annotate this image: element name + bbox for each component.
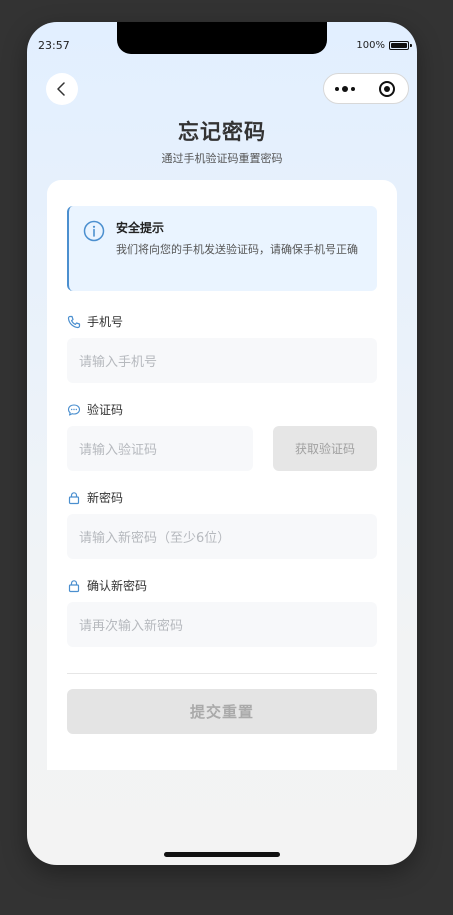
- submit-reset-button[interactable]: 提交重置: [67, 689, 377, 734]
- battery-percent: 100%: [356, 40, 385, 51]
- chat-icon: [67, 403, 81, 416]
- more-dot-right: [351, 86, 355, 91]
- notch: [117, 22, 327, 54]
- page-subtitle: 通过手机验证码重置密码: [161, 152, 283, 165]
- new-password-label: 新密码: [67, 489, 123, 506]
- confirm-password-label: 确认新密码: [67, 577, 147, 594]
- status-bar-right: 100%: [356, 40, 412, 51]
- phone-label-text: 手机号: [87, 315, 124, 329]
- chevron-left-icon: [57, 82, 65, 96]
- notice-title: 安全提示: [116, 221, 165, 235]
- code-label-text: 验证码: [87, 403, 124, 417]
- form-card: 安全提示 我们将向您的手机发送验证码，请确保手机号正确 手机号 请输入手机号 验…: [47, 180, 397, 770]
- status-time: 23:57: [38, 39, 70, 52]
- more-dots-icon: [335, 86, 339, 91]
- more-button[interactable]: [324, 74, 366, 103]
- confirm-password-input[interactable]: 请再次输入新密码: [67, 602, 377, 647]
- target-icon: [379, 80, 395, 97]
- notice-text: 我们将向您的手机发送验证码，请确保手机号正确: [116, 243, 358, 256]
- close-mini-program-button[interactable]: [366, 74, 408, 103]
- code-label: 验证码: [67, 401, 123, 418]
- phone-input[interactable]: 请输入手机号: [67, 338, 377, 383]
- mini-program-capsule: [323, 73, 409, 104]
- info-icon: [83, 220, 105, 242]
- home-indicator: [164, 852, 280, 857]
- code-input[interactable]: 请输入验证码: [67, 426, 253, 471]
- back-button[interactable]: [46, 73, 78, 105]
- divider: [67, 673, 377, 674]
- phone-screen: 23:57 100% 忘记密码 通过手机验证码重置密码 安全提示 我们将向您的手…: [27, 22, 417, 865]
- lock-icon: [68, 491, 80, 504]
- confirm-password-label-text: 确认新密码: [87, 579, 148, 593]
- lock-icon: [68, 579, 80, 592]
- new-password-input[interactable]: 请输入新密码（至少6位）: [67, 514, 377, 559]
- battery-icon: [389, 41, 412, 50]
- page-title: 忘记密码: [178, 120, 266, 144]
- phone-label: 手机号: [67, 313, 123, 330]
- security-notice: 安全提示 我们将向您的手机发送验证码，请确保手机号正确: [67, 206, 377, 291]
- more-dot-center: [342, 85, 348, 92]
- get-code-button[interactable]: 获取验证码: [273, 426, 377, 471]
- new-password-label-text: 新密码: [87, 491, 124, 505]
- phone-icon: [67, 315, 81, 328]
